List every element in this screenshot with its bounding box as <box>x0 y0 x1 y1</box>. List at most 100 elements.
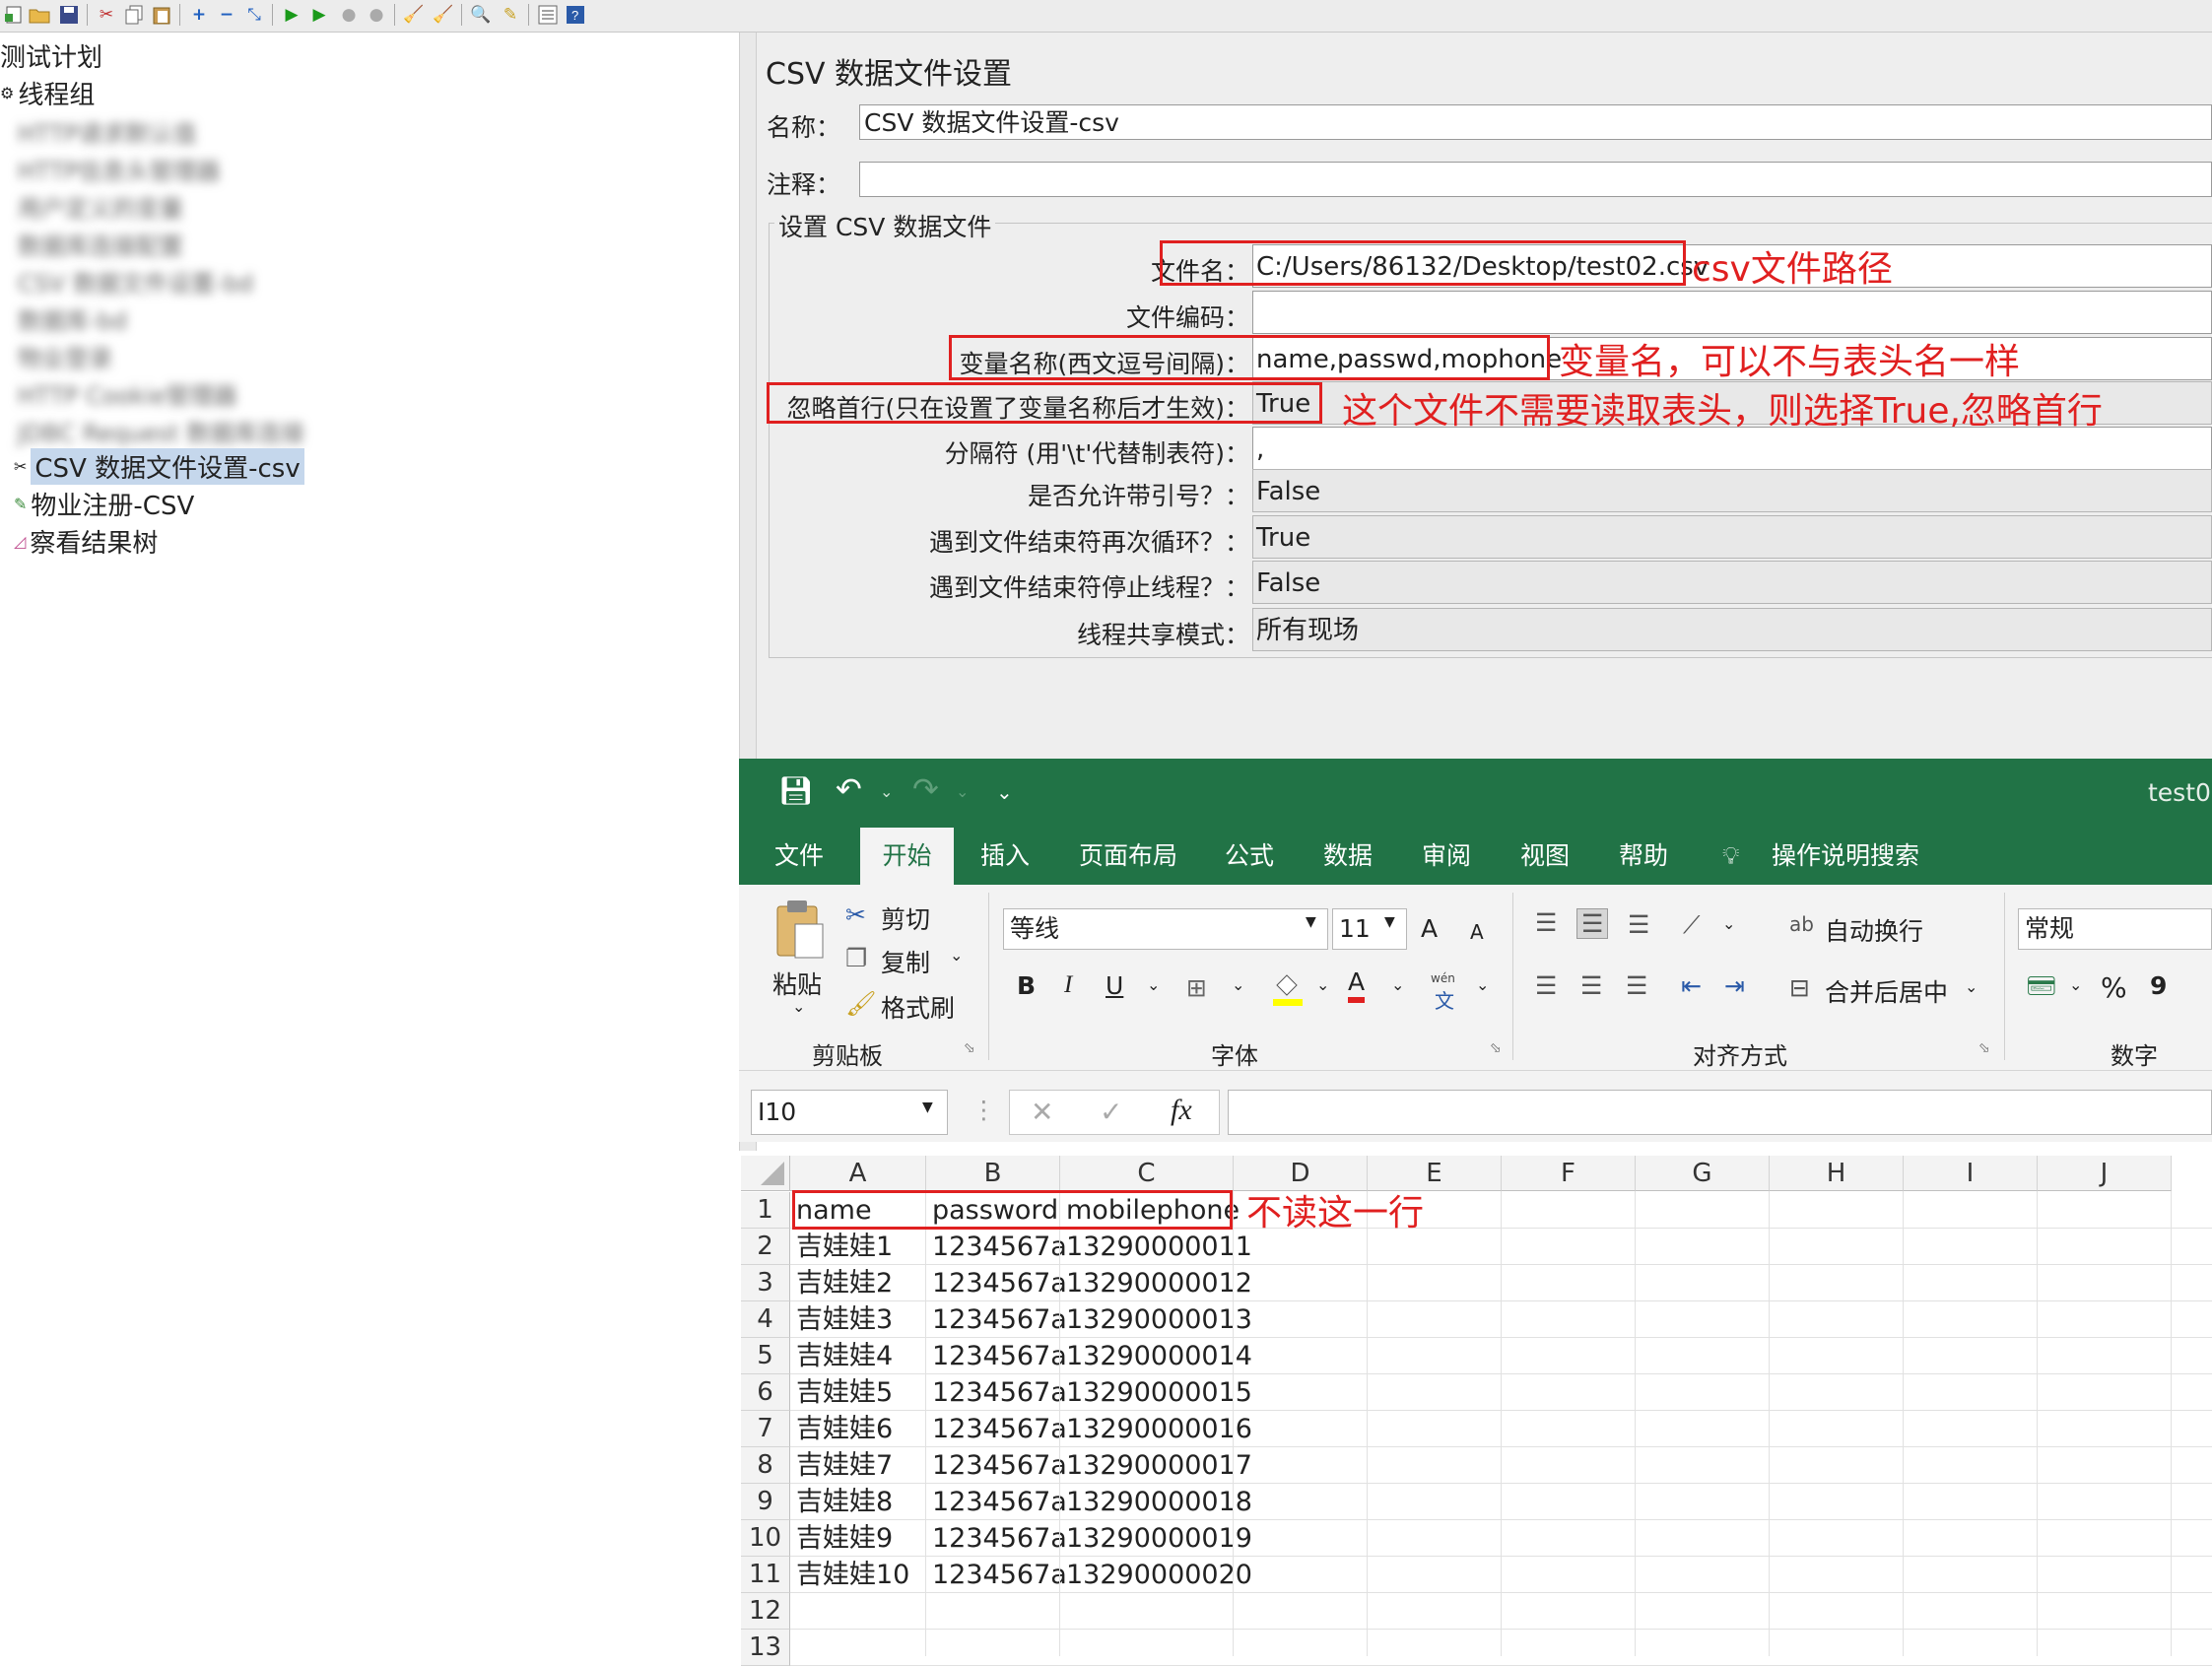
merge-center-button[interactable]: 合并后居中 <box>1825 973 1948 1009</box>
row-header[interactable]: 6 <box>741 1374 790 1411</box>
fill-color-icon[interactable] <box>1271 969 1305 1011</box>
clear-icon[interactable]: 🧹 <box>402 3 426 27</box>
tree-node-blurred[interactable]: CSV 数据文件设置-bd <box>18 264 253 299</box>
cell-a2[interactable]: 吉娃娃1 <box>790 1229 926 1265</box>
orientation-icon[interactable]: ⟋ <box>1683 910 1701 940</box>
undo-icon[interactable]: ↶ <box>836 770 862 808</box>
shutdown-icon[interactable]: ● <box>365 3 388 27</box>
cell-b2[interactable]: 1234567a <box>926 1229 1067 1265</box>
comment-field[interactable] <box>859 162 2212 197</box>
row-header[interactable]: 10 <box>741 1520 790 1557</box>
align-left-icon[interactable]: ☰ <box>1535 971 1557 1000</box>
cell-c12[interactable] <box>1060 1593 1234 1630</box>
dialog-launcher-icon[interactable]: ⬂ <box>1490 1040 1502 1056</box>
cut-icon[interactable]: ✂ <box>95 3 118 27</box>
italic-button[interactable]: I <box>1064 971 1072 999</box>
row-header[interactable]: 13 <box>741 1630 790 1666</box>
share-mode-select[interactable]: 所有现场 <box>1252 608 2212 651</box>
cell-b13[interactable] <box>926 1630 1060 1666</box>
tab-insert[interactable]: 插入 <box>980 828 1030 885</box>
cell-a4[interactable]: 吉娃娃3 <box>790 1301 926 1338</box>
decrease-indent-icon[interactable]: ⇤ <box>1681 971 1702 1000</box>
collapse-icon[interactable]: − <box>215 3 238 27</box>
underline-button[interactable]: U <box>1106 971 1123 1000</box>
tree-node-blurred[interactable]: 物业登录 <box>18 339 112 373</box>
redo-icon[interactable]: ↷ <box>912 770 939 808</box>
tree-node-register[interactable]: ✎ 物业注册-CSV <box>14 486 194 522</box>
phonetic-dropdown-icon[interactable]: ⌄ <box>1476 975 1489 994</box>
tab-help[interactable]: 帮助 <box>1619 828 1668 885</box>
tab-view[interactable]: 视图 <box>1520 828 1570 885</box>
tree-node-blurred[interactable]: JDBC Request 数据库连接 <box>18 414 304 448</box>
align-middle-icon[interactable]: ☰ <box>1576 908 1609 939</box>
column-header-f[interactable]: F <box>1502 1156 1636 1191</box>
cell-c8[interactable]: 13290000017 <box>1060 1447 1252 1484</box>
tree-node-csv-config[interactable]: ✂ CSV 数据文件设置-csv <box>14 448 304 485</box>
align-right-icon[interactable]: ☰ <box>1626 971 1647 1000</box>
cell-b3[interactable]: 1234567a <box>926 1265 1067 1301</box>
cell-b5[interactable]: 1234567a <box>926 1338 1067 1374</box>
border-dropdown-icon[interactable]: ⌄ <box>1232 975 1244 994</box>
row-header[interactable]: 11 <box>741 1557 790 1593</box>
tree-node-blurred[interactable]: HTTP Cookie管理器 <box>18 376 237 411</box>
underline-dropdown-icon[interactable]: ⌄ <box>1147 975 1160 994</box>
cancel-icon[interactable]: ✕ <box>1031 1096 1053 1128</box>
tree-node-thread-group[interactable]: ⚙ 线程组 <box>0 75 95 111</box>
tab-data[interactable]: 数据 <box>1323 828 1373 885</box>
font-color-dropdown-icon[interactable]: ⌄ <box>1391 975 1404 994</box>
tab-review[interactable]: 审阅 <box>1422 828 1471 885</box>
tab-home[interactable]: 开始 <box>860 828 954 885</box>
column-header-a[interactable]: A <box>790 1156 926 1191</box>
font-color-button[interactable]: A <box>1348 967 1366 1003</box>
fill-dropdown-icon[interactable]: ⌄ <box>1316 975 1329 994</box>
tab-page-layout[interactable]: 页面布局 <box>1079 828 1177 885</box>
cell-c10[interactable]: 13290000019 <box>1060 1520 1252 1557</box>
formula-input[interactable] <box>1228 1090 2212 1135</box>
function-helper-icon[interactable] <box>536 3 560 27</box>
column-header-c[interactable]: C <box>1060 1156 1234 1191</box>
new-icon[interactable] <box>2 3 26 27</box>
column-header-h[interactable]: H <box>1770 1156 1904 1191</box>
start-no-pause-icon[interactable]: ▶ <box>307 3 331 27</box>
redo-dropdown-icon[interactable]: ⌄ <box>956 782 969 801</box>
tree-node-test-plan[interactable]: 测试计划 <box>0 37 102 74</box>
enter-icon[interactable]: ✓ <box>1100 1096 1122 1128</box>
row-header[interactable]: 9 <box>741 1484 790 1520</box>
tell-me-search[interactable]: 操作说明搜索 <box>1772 828 1919 885</box>
percent-button[interactable]: % <box>2101 971 2127 1004</box>
cell-b7[interactable]: 1234567a <box>926 1411 1067 1447</box>
cell-b8[interactable]: 1234567a <box>926 1447 1067 1484</box>
accounting-dropdown-icon[interactable]: ⌄ <box>2069 975 2082 994</box>
column-header-j[interactable]: J <box>2038 1156 2172 1191</box>
align-bottom-icon[interactable]: ☰ <box>1628 910 1649 939</box>
tree-node-blurred[interactable]: 数据库连接配置 <box>18 227 183 261</box>
increase-indent-icon[interactable]: ⇥ <box>1724 971 1745 1000</box>
cell-c13[interactable] <box>1060 1630 1234 1666</box>
row-header[interactable]: 2 <box>741 1229 790 1265</box>
align-center-icon[interactable]: ☰ <box>1580 971 1602 1000</box>
cell-a3[interactable]: 吉娃娃2 <box>790 1265 926 1301</box>
search-icon[interactable]: 🔍 <box>469 3 493 27</box>
cell-c3[interactable]: 13290000012 <box>1060 1265 1252 1301</box>
cell-a13[interactable] <box>790 1630 926 1666</box>
cell-a9[interactable]: 吉娃娃8 <box>790 1484 926 1520</box>
tab-formulas[interactable]: 公式 <box>1225 828 1274 885</box>
column-header-g[interactable]: G <box>1636 1156 1770 1191</box>
save-icon[interactable] <box>57 3 81 27</box>
number-format-select[interactable]: 常规 <box>2018 908 2212 950</box>
cell-c2[interactable]: 13290000011 <box>1060 1229 1252 1265</box>
dialog-launcher-icon[interactable]: ⬂ <box>1978 1040 1990 1056</box>
name-field[interactable]: CSV 数据文件设置-csv <box>859 104 2212 140</box>
name-box[interactable]: I10 <box>751 1090 948 1135</box>
cell-a11[interactable]: 吉娃娃10 <box>790 1557 926 1593</box>
cell-a12[interactable] <box>790 1593 926 1630</box>
cell-c4[interactable]: 13290000013 <box>1060 1301 1252 1338</box>
insert-function-button[interactable]: fx <box>1171 1094 1192 1127</box>
cell-b6[interactable]: 1234567a <box>926 1374 1067 1411</box>
cell-c11[interactable]: 13290000020 <box>1060 1557 1252 1593</box>
row-header[interactable]: 12 <box>741 1593 790 1630</box>
paste-icon[interactable] <box>150 3 173 27</box>
paste-button[interactable]: 粘贴 <box>772 966 822 1001</box>
shrink-font-button[interactable]: A <box>1470 920 1484 944</box>
font-size-select[interactable]: 11 <box>1332 908 1407 950</box>
